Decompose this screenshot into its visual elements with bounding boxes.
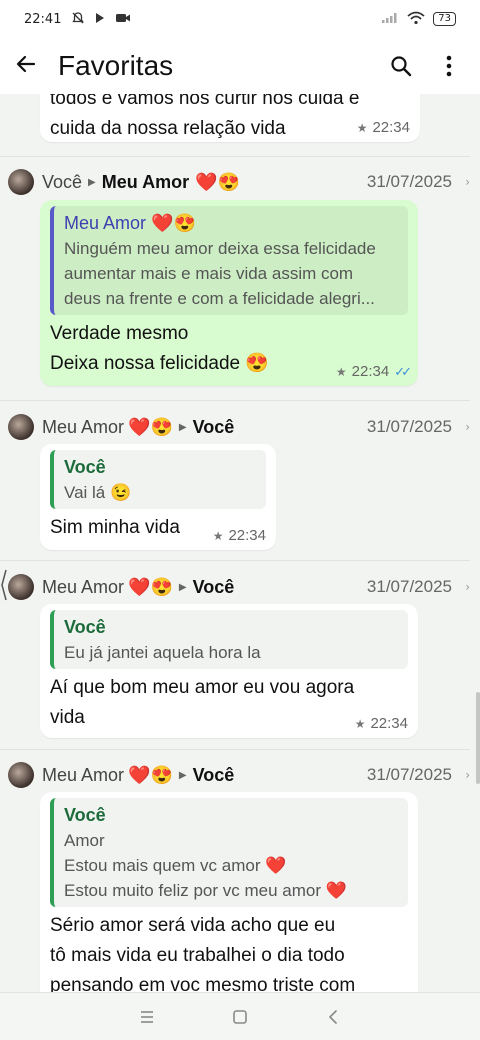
page-title: Favoritas	[58, 50, 174, 81]
message-date: 31/07/2025	[366, 577, 452, 596]
system-nav-bar	[0, 992, 480, 1040]
play-icon	[95, 12, 105, 26]
back-icon[interactable]	[321, 1005, 345, 1029]
search-icon[interactable]	[388, 53, 414, 79]
quoted-author: Você	[64, 617, 106, 637]
video-icon	[115, 12, 131, 26]
recipient-name: Você	[192, 764, 235, 785]
chevron-right-icon: ›	[465, 768, 470, 782]
message-bubble[interactable]: Você Vai lá 😉 Sim minha vida ★ 22:34	[40, 444, 276, 550]
chevron-right-icon: ›	[465, 175, 470, 189]
sender-name: Meu Amor	[42, 416, 125, 437]
quoted-text: Amor	[64, 831, 105, 850]
avatar	[8, 169, 34, 195]
app-bar: Favoritas	[0, 38, 480, 94]
message-header[interactable]: Meu Amor ❤️😍 ▶ Você 31/07/2025 ›	[0, 569, 480, 605]
scrollbar-thumb[interactable]	[476, 692, 480, 784]
star-icon: ★	[212, 528, 224, 543]
back-arrow-icon[interactable]	[12, 52, 40, 80]
divider	[0, 400, 470, 401]
arrow-right-icon: ▶	[178, 581, 187, 593]
chevron-right-icon: ›	[465, 420, 470, 434]
wifi-icon	[407, 11, 425, 27]
quoted-text: deus na frente e com a felicidade alegri…	[64, 289, 375, 308]
quoted-message[interactable]: Você Eu já jantei aquela hora la	[50, 610, 408, 669]
quoted-text: Estou mais quem vc amor ❤️	[64, 856, 287, 875]
recipient-name: Meu Amor	[101, 171, 190, 192]
menu-icon[interactable]	[135, 1005, 159, 1029]
sender-emoji: ❤️😍	[128, 764, 173, 785]
more-vert-icon[interactable]	[436, 53, 462, 79]
message-bubble[interactable]: Meu Amor ❤️😍 Ninguém meu amor deixa essa…	[40, 200, 418, 386]
quoted-author: Você	[64, 805, 106, 825]
sender-name: Você	[42, 171, 83, 192]
edge-gesture-indicator	[0, 568, 8, 602]
avatar	[8, 574, 34, 600]
star-icon: ★	[335, 364, 347, 379]
starred-messages-list[interactable]: todos e vamos nos curtir nos cuida e cui…	[0, 94, 480, 992]
quoted-author: Meu Amor ❤️😍	[64, 213, 196, 233]
read-ticks-icon: ✓✓	[394, 363, 412, 379]
quoted-text: Estou muito feliz por vc meu amor ❤️	[64, 881, 347, 900]
recipient-name: Você	[192, 576, 235, 597]
message-time: 22:34	[370, 715, 408, 732]
divider	[0, 156, 470, 157]
divider	[0, 749, 470, 750]
muted-bell-icon	[71, 11, 85, 27]
message-meta: ★ 22:34	[355, 715, 408, 732]
signal-icon	[381, 12, 399, 26]
message-meta: ★ 22:34	[213, 527, 266, 544]
quoted-text: aumentar mais e mais vida assim com	[64, 264, 354, 283]
quoted-text: Eu já jantei aquela hora la	[64, 643, 261, 662]
message-bubble[interactable]: Você Eu já jantei aquela hora la Aí que …	[40, 604, 418, 738]
message-bubble[interactable]: Você Amor Estou mais quem vc amor ❤️ Est…	[40, 792, 418, 992]
sender-name: Meu Amor	[42, 764, 125, 785]
avatar	[8, 762, 34, 788]
avatar	[8, 414, 34, 440]
message-time: 22:34	[228, 527, 266, 544]
message-bubble[interactable]: todos e vamos nos curtir nos cuida e cui…	[40, 94, 420, 142]
battery-icon: 73	[433, 12, 456, 26]
divider	[0, 560, 470, 561]
quoted-text: Ninguém meu amor deixa essa felicidade	[64, 239, 376, 258]
message-date: 31/07/2025	[366, 172, 452, 191]
message-header[interactable]: Meu Amor ❤️😍 ▶ Você 31/07/2025 ›	[0, 757, 480, 793]
quoted-message[interactable]: Meu Amor ❤️😍 Ninguém meu amor deixa essa…	[50, 206, 408, 315]
sender-name: Meu Amor	[42, 576, 125, 597]
status-bar: 22:41 73	[0, 0, 480, 38]
star-icon: ★	[356, 120, 368, 135]
arrow-right-icon: ▶	[178, 769, 187, 781]
message-meta: ★ 22:34 ✓✓	[335, 363, 412, 380]
sender-emoji: ❤️😍	[128, 576, 173, 597]
message-time: 22:34	[372, 119, 410, 136]
message-time: 22:34	[351, 363, 390, 380]
chevron-right-icon: ›	[465, 580, 470, 594]
sender-emoji: ❤️😍	[128, 416, 173, 437]
recipient-name: Você	[192, 416, 235, 437]
message-text: Sério amor será vida acho que eu tô mais…	[50, 915, 356, 992]
star-icon: ★	[354, 716, 366, 731]
message-meta: ★ 22:34	[357, 119, 410, 136]
quoted-message[interactable]: Você Vai lá 😉	[50, 450, 266, 509]
message-header[interactable]: Você ▶ Meu Amor ❤️😍 31/07/2025 ›	[0, 164, 480, 200]
recipient-emoji: ❤️😍	[195, 171, 240, 192]
quoted-author: Você	[64, 457, 106, 477]
message-date: 31/07/2025	[366, 417, 452, 436]
quoted-text: Vai lá 😉	[64, 483, 132, 502]
status-time: 22:41	[24, 11, 62, 27]
message-date: 31/07/2025	[366, 765, 452, 784]
arrow-right-icon: ▶	[178, 421, 187, 433]
home-icon[interactable]	[228, 1005, 252, 1029]
message-header[interactable]: Meu Amor ❤️😍 ▶ Você 31/07/2025 ›	[0, 409, 480, 445]
arrow-right-icon: ▶	[88, 176, 96, 188]
quoted-message[interactable]: Você Amor Estou mais quem vc amor ❤️ Est…	[50, 798, 408, 907]
